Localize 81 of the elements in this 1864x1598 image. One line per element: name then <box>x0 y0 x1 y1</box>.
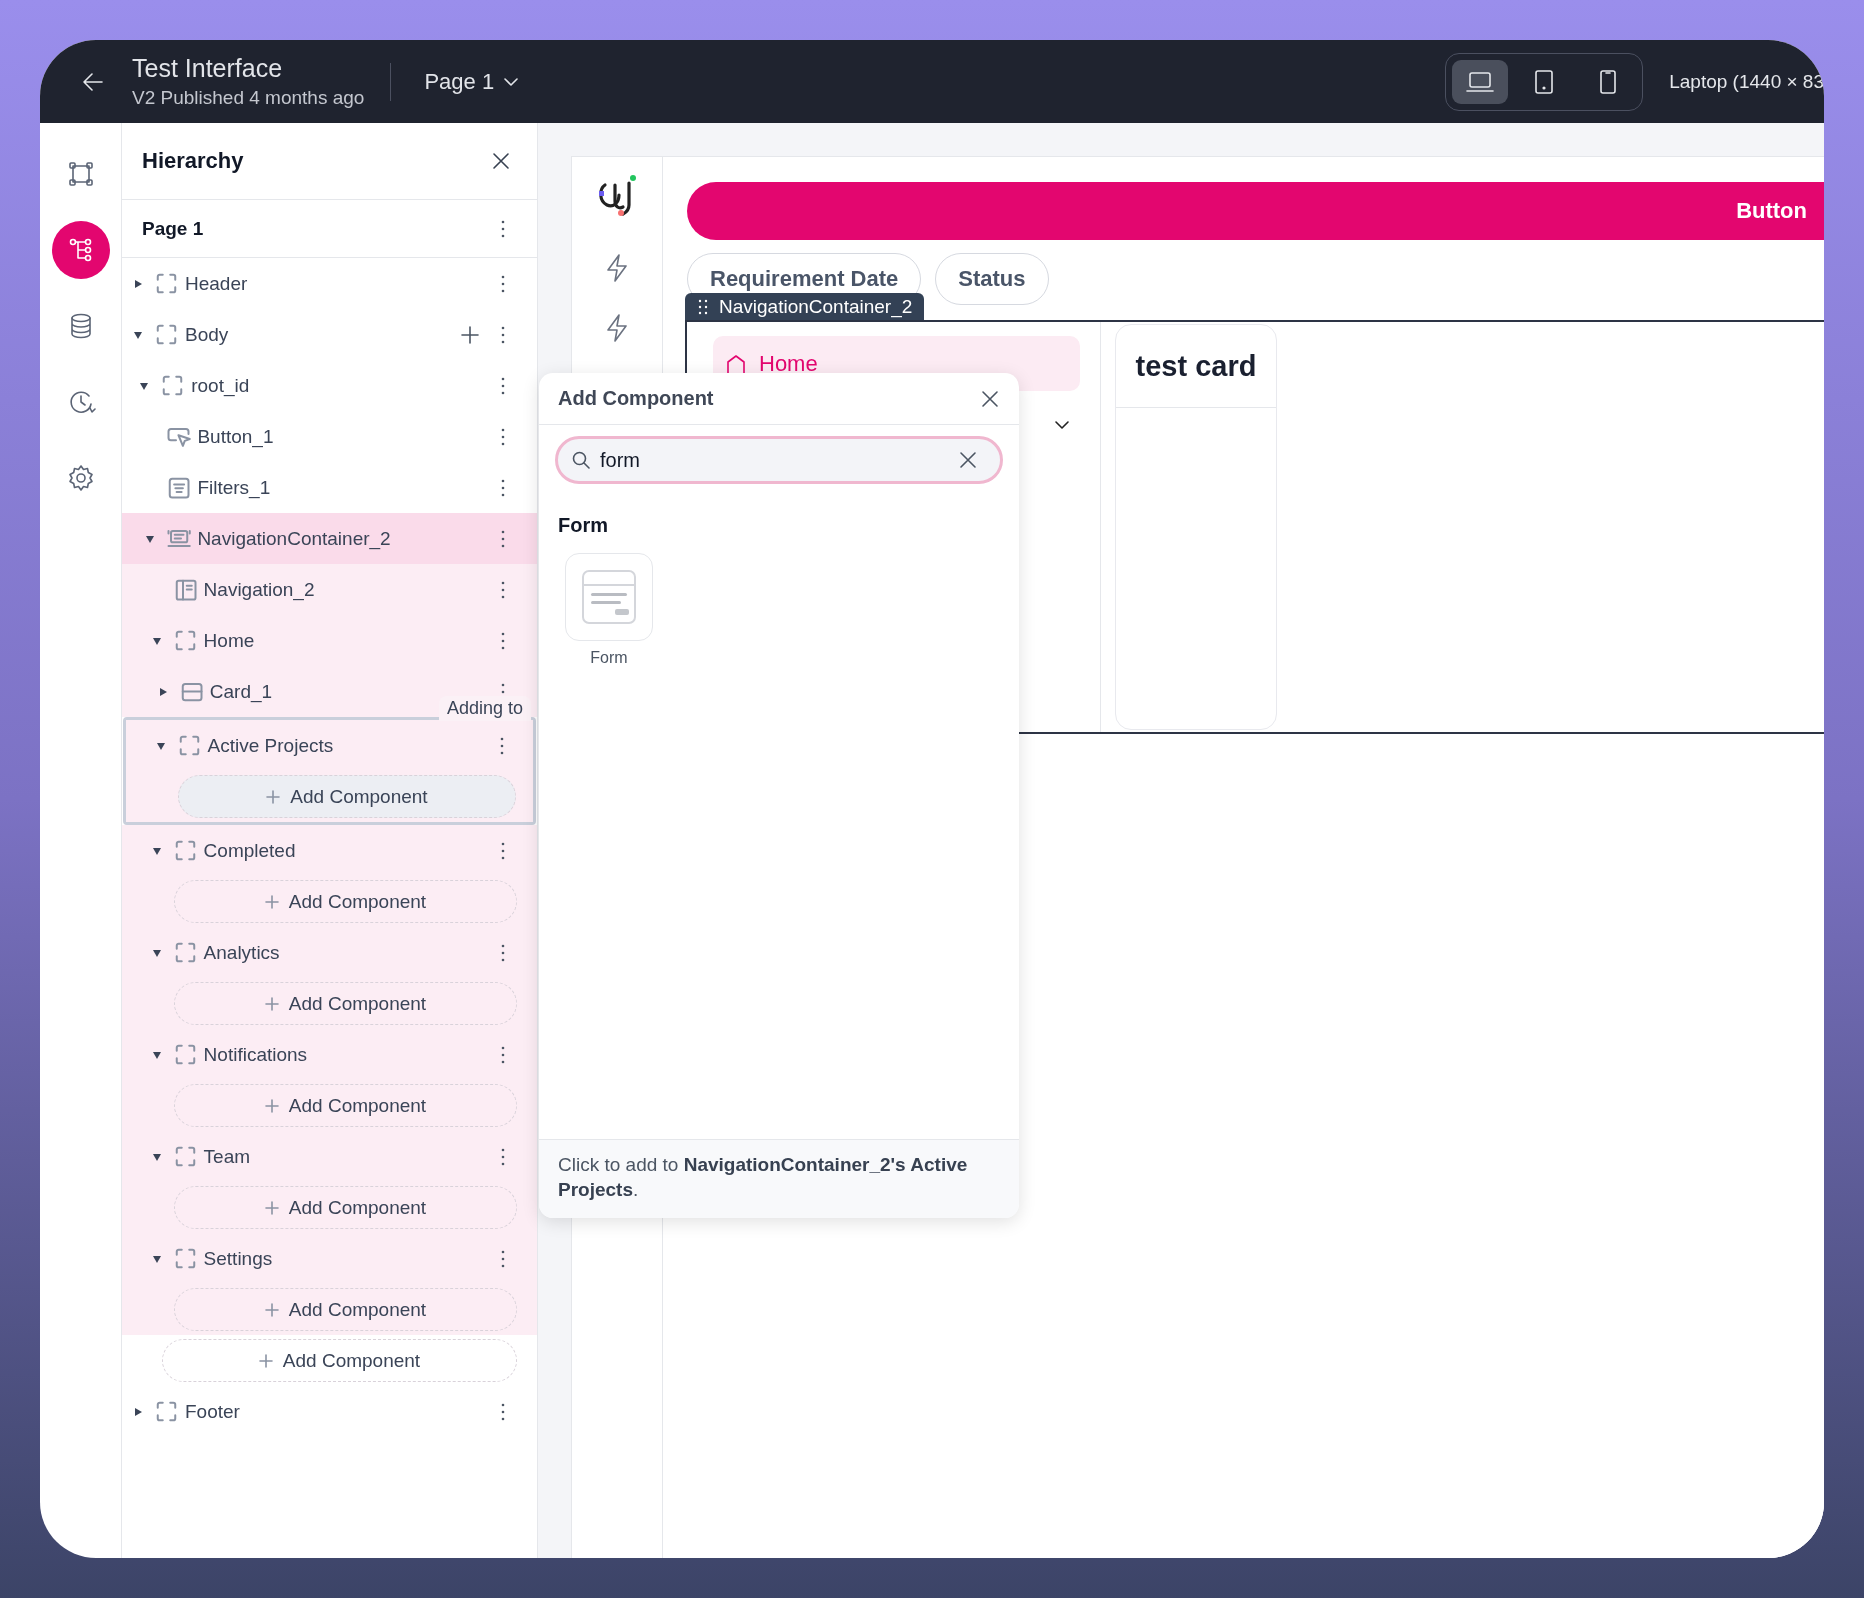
caret-icon[interactable] <box>133 329 143 340</box>
plus-icon <box>264 996 279 1011</box>
search-field[interactable]: form <box>555 436 1003 484</box>
more-icon[interactable] <box>499 375 507 396</box>
caret-icon[interactable] <box>151 947 162 958</box>
section-title: Form <box>558 514 609 537</box>
more-icon[interactable] <box>499 528 507 549</box>
tile-label: Form <box>590 649 628 667</box>
tree-item[interactable]: Body <box>122 309 537 360</box>
caret-icon[interactable] <box>151 1049 162 1060</box>
more-icon[interactable] <box>499 579 507 600</box>
tree-item[interactable]: Team <box>122 1131 537 1182</box>
more-icon[interactable] <box>499 1401 507 1422</box>
tree-item[interactable]: Header <box>122 258 537 309</box>
filter-chip[interactable]: Status <box>935 253 1049 305</box>
caret-icon[interactable] <box>151 1151 162 1162</box>
more-icon[interactable] <box>499 426 507 447</box>
plus-icon <box>258 1353 273 1368</box>
more-icon[interactable] <box>499 1146 507 1167</box>
plus-icon <box>264 1098 279 1113</box>
more-icon[interactable] <box>499 942 507 963</box>
tree-item[interactable]: Filters_1 <box>122 462 537 513</box>
component-tile[interactable] <box>565 553 653 641</box>
tree-item[interactable]: root_id <box>122 360 537 411</box>
clear-icon[interactable] <box>959 451 977 469</box>
more-icon[interactable] <box>499 477 507 498</box>
more-icon[interactable] <box>499 630 507 651</box>
plus-icon <box>266 789 281 804</box>
more-icon[interactable] <box>499 1248 507 1269</box>
plus-icon <box>264 1302 279 1317</box>
publish-status: V2 Published 4 months ago <box>132 87 365 109</box>
tree-item[interactable]: Navigation_2 <box>122 564 537 615</box>
tree-item[interactable]: Notifications <box>122 1029 537 1080</box>
caret-icon[interactable] <box>151 845 162 856</box>
caret-icon[interactable] <box>151 635 162 646</box>
more-icon[interactable] <box>499 273 507 294</box>
more-icon[interactable] <box>499 218 507 239</box>
more-icon[interactable] <box>499 840 507 861</box>
close-icon[interactable] <box>491 151 511 171</box>
caret-icon[interactable] <box>155 740 166 751</box>
add-component-button[interactable]: Add Component <box>178 775 516 818</box>
form-icon <box>581 569 637 625</box>
help-text: Click to add to NavigationContainer_2's Active Projects. <box>558 1153 969 1202</box>
more-icon[interactable] <box>499 1044 507 1065</box>
tree-item[interactable]: Button_1 <box>122 411 537 462</box>
close-icon[interactable] <box>981 389 999 408</box>
container-icon <box>154 322 179 347</box>
caret-icon[interactable] <box>145 533 156 544</box>
preview-button[interactable]: Button <box>687 182 1824 240</box>
caret-icon[interactable] <box>133 1406 143 1417</box>
tree-item[interactable]: Footer <box>122 1386 537 1437</box>
panel-title: Hierarchy <box>142 148 244 174</box>
caret-icon[interactable] <box>157 686 168 697</box>
tree-item[interactable]: NavigationContainer_2 <box>122 513 537 564</box>
tooltip: Adding to <box>438 696 531 721</box>
caret-icon[interactable] <box>151 1253 162 1264</box>
search-icon <box>571 450 591 470</box>
page-item[interactable]: Page 1 <box>122 200 537 258</box>
plus-icon <box>264 894 279 909</box>
device-button[interactable] <box>1452 59 1509 104</box>
sidebar-tool[interactable] <box>51 221 110 279</box>
tree-item[interactable]: Completed <box>122 825 537 876</box>
filter-icon <box>166 475 192 500</box>
caret-icon[interactable] <box>133 278 143 289</box>
selection-tooltip: NavigationContainer_2 <box>685 293 925 320</box>
more-icon[interactable] <box>499 324 507 345</box>
tree-item[interactable]: Analytics <box>122 927 537 978</box>
plus-icon[interactable] <box>461 325 479 344</box>
more-icon[interactable] <box>498 735 506 756</box>
tree-item[interactable]: Settings <box>122 1233 537 1284</box>
container-icon <box>154 1399 179 1424</box>
tree-item[interactable]: Home <box>122 615 537 666</box>
drag-handle-icon[interactable] <box>697 297 709 316</box>
popup-title: Add Component <box>558 387 714 410</box>
app-title: Test Interface <box>132 54 284 83</box>
caret-icon[interactable] <box>139 380 150 391</box>
card-title: test card <box>1116 325 1276 408</box>
container-icon <box>154 271 179 296</box>
plus-icon <box>264 1200 279 1215</box>
page-dropdown[interactable]: Page 1 <box>424 68 521 95</box>
home-icon <box>725 352 747 375</box>
